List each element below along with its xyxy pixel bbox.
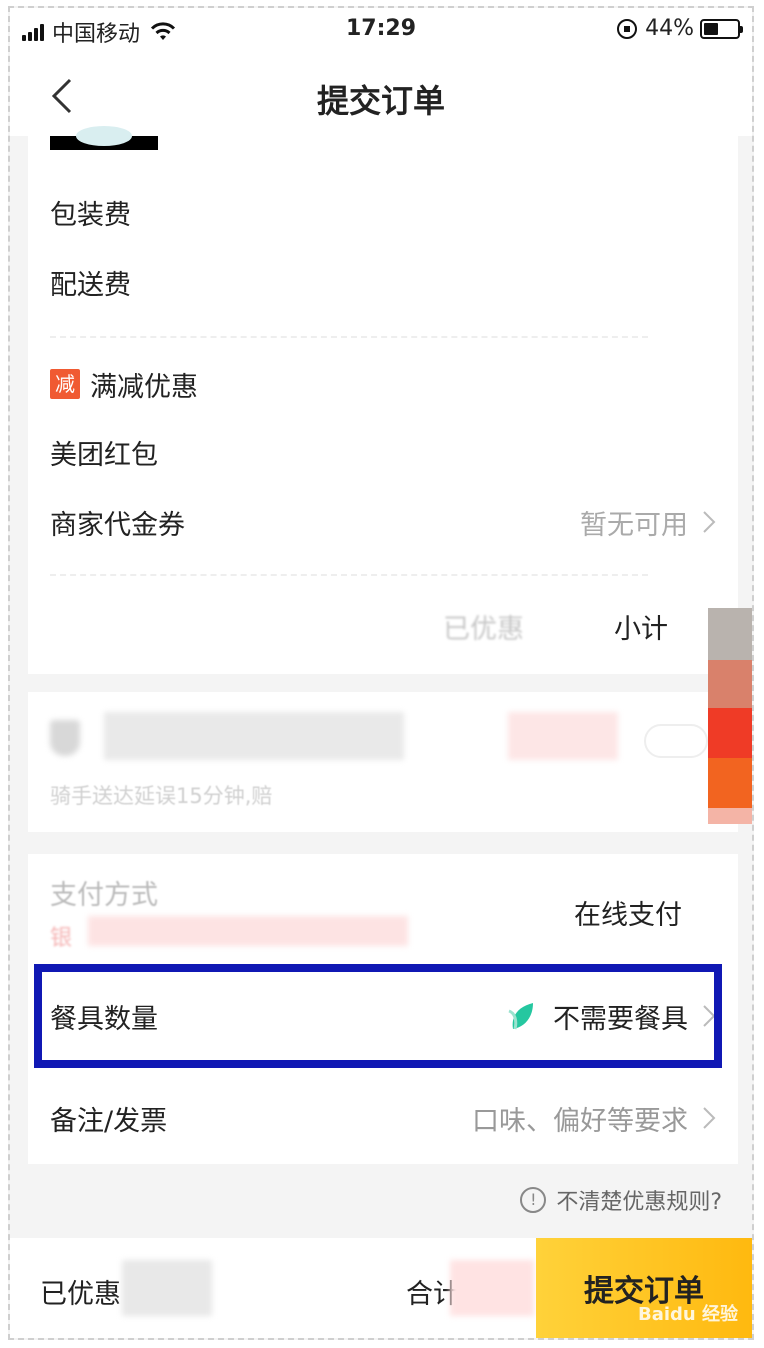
payment-method-value: 在线支付 [574, 899, 682, 931]
delivery-fee-label: 配送费 [50, 269, 131, 301]
tableware-row[interactable]: 餐具数量 不需要餐具 [50, 996, 716, 1036]
note-invoice-row[interactable]: 备注/发票 口味、偏好等要求 [50, 1098, 716, 1138]
battery-icon [700, 18, 743, 39]
leaf-icon [508, 1003, 533, 1030]
insurance-desc: 骑手送达延误15分钟,赔 [50, 784, 273, 808]
watermark: Baidu 经验 [637, 1304, 738, 1325]
voucher-value: 暂无可用 [580, 509, 688, 541]
help-text: 不清楚优惠规则? [556, 1190, 722, 1215]
chevron-right-icon [703, 1005, 716, 1027]
chevron-right-icon [703, 1107, 716, 1129]
discounted-label: 已优惠 [443, 613, 524, 645]
rotation-lock-icon [617, 18, 638, 39]
manjian-label: 满减优惠 [90, 371, 198, 403]
manjian-tag-icon: 减 [50, 369, 80, 399]
packing-fee-row: 包装费 [50, 192, 716, 232]
voucher-label: 商家代金券 [50, 509, 185, 541]
status-right: 44% [617, 16, 743, 41]
chevron-right-icon [703, 511, 716, 533]
tableware-label: 餐具数量 [50, 1003, 158, 1035]
divider [50, 574, 648, 576]
status-bar: 中国移动 17:29 44% [10, 8, 752, 54]
shop-logo-fragment [50, 126, 158, 150]
fees-card: 包装费 配送费 减 满减优惠 美团红包 商家代金券 暂无可用 已优惠 小计 [28, 126, 738, 674]
insurance-toggle[interactable] [644, 724, 708, 758]
payment-card: 支付方式 银 在线支付 餐具数量 不需要餐具 备注/发票 口味、偏好等要求 [28, 854, 738, 1164]
info-icon: ! [520, 1187, 547, 1213]
nav-bar: 提交订单 [10, 54, 752, 136]
subtotal-row: 已优惠 小计 [50, 606, 716, 646]
bottom-discounted-label: 已优惠 [40, 1279, 121, 1310]
side-banner[interactable] [708, 608, 752, 824]
delivery-fee-row: 配送费 [50, 262, 716, 302]
battery-percent: 44% [645, 16, 694, 41]
shield-icon [50, 720, 80, 756]
note-invoice-label: 备注/发票 [50, 1105, 168, 1137]
insurance-card: 骑手送达延误15分钟,赔 [28, 692, 738, 832]
packing-fee-label: 包装费 [50, 199, 131, 231]
subtotal-label: 小计 [614, 613, 668, 645]
app-frame: 中国移动 17:29 44% 提交订单 包装费 配送费 减 满减优惠 美团红包 … [8, 6, 754, 1340]
help-link[interactable]: ! 不清楚优惠规则? [520, 1184, 722, 1216]
tableware-value: 不需要餐具 [553, 1003, 688, 1035]
redpacket-label: 美团红包 [50, 439, 158, 471]
divider [50, 336, 648, 338]
submit-order-button[interactable]: 提交订单 Baidu 经验 [536, 1238, 752, 1338]
manjian-row: 减 满减优惠 [50, 364, 716, 404]
voucher-row[interactable]: 商家代金券 暂无可用 [50, 502, 716, 542]
page-title: 提交订单 [316, 82, 445, 120]
redpacket-row[interactable]: 美团红包 [50, 432, 716, 472]
note-invoice-value: 口味、偏好等要求 [472, 1105, 688, 1137]
bottom-bar: 已优惠 合计 提交订单 Baidu 经验 [10, 1238, 752, 1338]
